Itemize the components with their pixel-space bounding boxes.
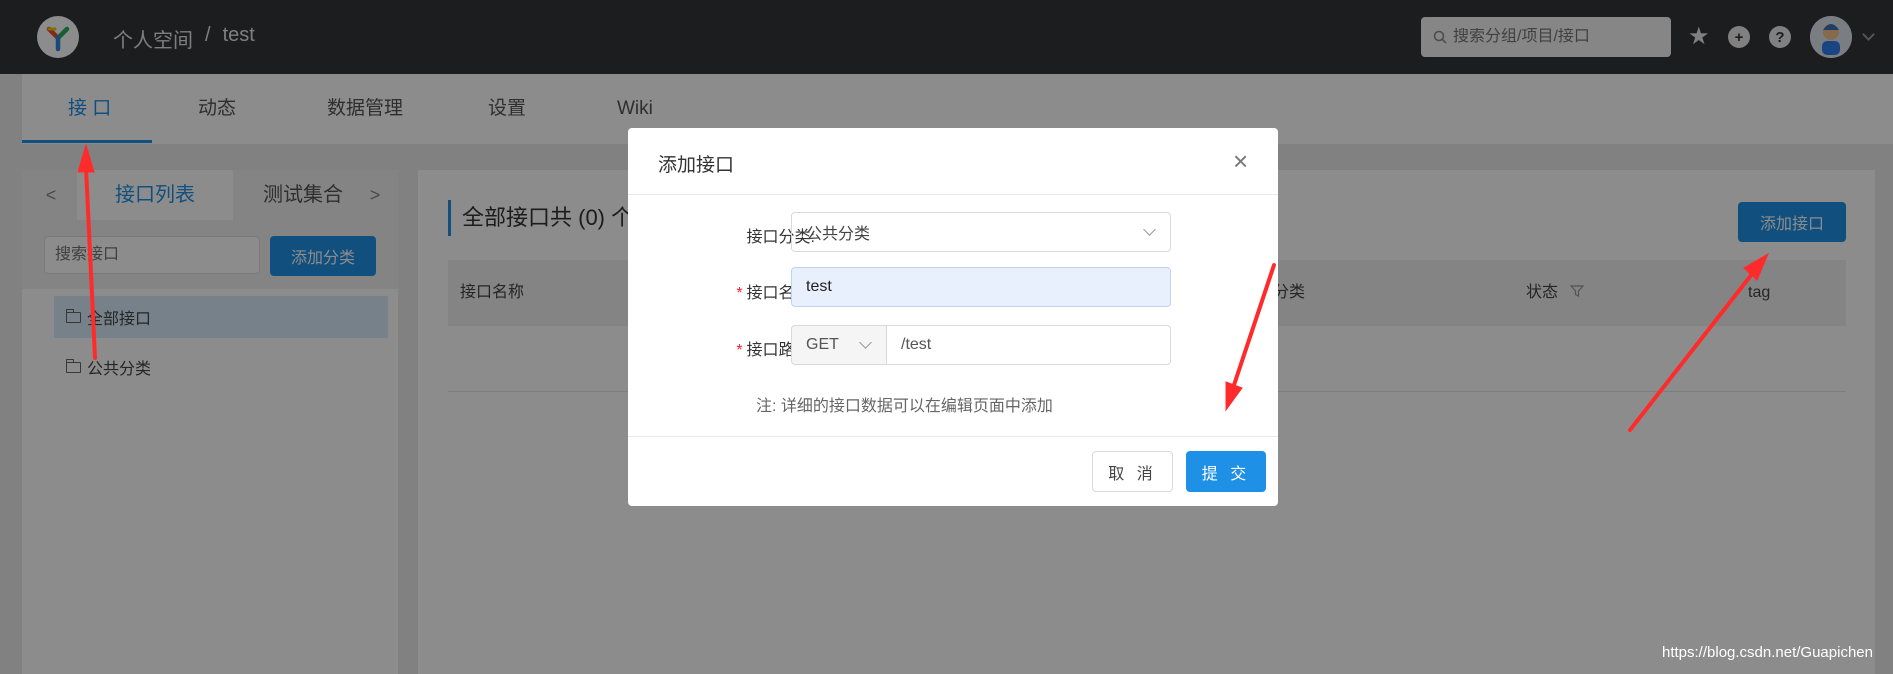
- watermark: https://blog.csdn.net/Guapichen: [1662, 644, 1873, 661]
- arrowhead-down: [1225, 381, 1243, 412]
- annotation-arrow: [1232, 263, 1276, 387]
- annotation-arrow: [1628, 272, 1754, 432]
- arrowhead-up: [77, 143, 95, 173]
- annotation-arrows: [77, 143, 1770, 432]
- arrowhead-up-right: [1743, 252, 1770, 281]
- annotation-arrow: [84, 166, 97, 360]
